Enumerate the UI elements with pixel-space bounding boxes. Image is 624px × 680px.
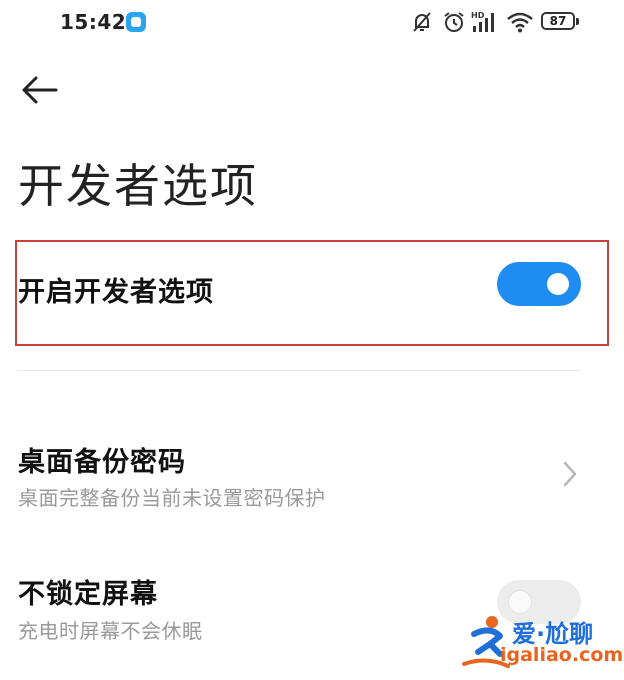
silent-mode-icon bbox=[413, 12, 431, 32]
battery-icon: 87 bbox=[541, 12, 579, 30]
status-bar: 15:42 HD 87 bbox=[0, 0, 624, 46]
stay-awake-subtitle: 充电时屏幕不会休眠 bbox=[18, 619, 203, 643]
stay-awake-title: 不锁定屏幕 bbox=[18, 579, 158, 610]
back-button[interactable] bbox=[18, 70, 62, 110]
section-divider bbox=[18, 370, 580, 371]
toggle-knob bbox=[547, 273, 569, 295]
hd-signal-icon: HD bbox=[471, 11, 494, 32]
enable-developer-options-row[interactable]: 开启开发者选项 bbox=[0, 244, 624, 342]
desktop-backup-password-row[interactable]: 桌面备份密码 桌面完整备份当前未设置密码保护 bbox=[0, 425, 624, 525]
toggle-knob bbox=[509, 591, 531, 613]
svg-text:HD: HD bbox=[471, 11, 485, 20]
desktop-backup-password-title: 桌面备份密码 bbox=[18, 447, 186, 478]
app-notification-icon bbox=[126, 12, 146, 32]
status-time: 15:42 bbox=[60, 10, 127, 34]
wifi-icon bbox=[507, 12, 533, 33]
enable-developer-options-toggle[interactable] bbox=[497, 262, 581, 306]
watermark-domain: igaliao.com bbox=[500, 644, 624, 666]
enable-developer-options-label: 开启开发者选项 bbox=[18, 277, 214, 308]
chevron-right-icon bbox=[563, 461, 577, 487]
page-title: 开发者选项 bbox=[18, 159, 258, 213]
watermark: 爱·尬聊 igaliao.com bbox=[460, 612, 624, 674]
alarm-icon bbox=[444, 12, 464, 32]
desktop-backup-password-subtitle: 桌面完整备份当前未设置密码保护 bbox=[18, 486, 326, 510]
arrow-left-icon bbox=[22, 76, 58, 104]
